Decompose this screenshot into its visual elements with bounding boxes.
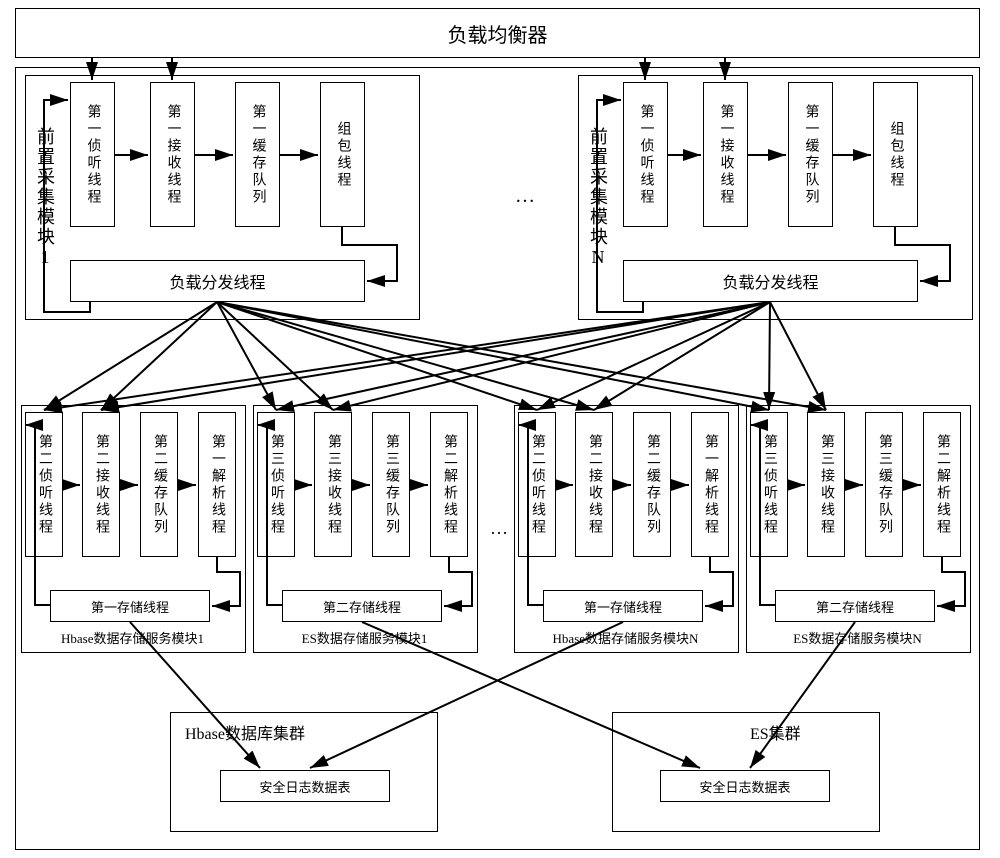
- esn-parse: 第二解析线程: [923, 412, 961, 557]
- hbase1-store: 第一存储线程: [50, 590, 210, 622]
- hbase-cluster-title: Hbase数据库集群: [185, 720, 305, 744]
- collector-1-title: 前置采集模块1: [30, 80, 60, 315]
- collector-n-receive: 第一接收线程: [703, 82, 748, 227]
- es1-store: 第二存储线程: [282, 590, 442, 622]
- esn-label: ES数据存储服务模块N: [750, 628, 965, 647]
- es1-cache: 第三缓存队列: [372, 412, 410, 557]
- hbase1-label: Hbase数据存储服务模块1: [25, 628, 240, 647]
- hbase1-parse: 第一解析线程: [198, 412, 236, 557]
- hbasen-receive: 第二接收线程: [575, 412, 613, 557]
- hbase1-receive: 第二接收线程: [82, 412, 120, 557]
- hbase1-cache: 第二缓存队列: [140, 412, 178, 557]
- esn-cache: 第三缓存队列: [865, 412, 903, 557]
- esn-receive: 第三接收线程: [807, 412, 845, 557]
- collector-1-pack: 组包线程: [320, 82, 365, 227]
- collector-ellipsis: …: [515, 185, 535, 208]
- es-cluster-table: 安全日志数据表: [660, 770, 830, 802]
- hbasen-store: 第一存储线程: [543, 590, 703, 622]
- hbase1-listen: 第二侦听线程: [25, 412, 63, 557]
- load-balancer: 负载均衡器: [15, 8, 980, 58]
- esn-store: 第二存储线程: [775, 590, 935, 622]
- hbasen-label: Hbase数据存储服务模块N: [518, 628, 733, 647]
- collector-1-cache: 第一缓存队列: [235, 82, 280, 227]
- module-ellipsis: …: [490, 518, 508, 539]
- collector-n-cache: 第一缓存队列: [788, 82, 833, 227]
- hbasen-listen: 第二侦听线程: [518, 412, 556, 557]
- hbasen-parse: 第一解析线程: [691, 412, 729, 557]
- es1-listen: 第三侦听线程: [257, 412, 295, 557]
- collector-n-distribute: 负载分发线程: [623, 260, 918, 302]
- collector-1-distribute: 负载分发线程: [70, 260, 365, 302]
- hbase-cluster-table: 安全日志数据表: [220, 770, 390, 802]
- collector-n-title: 前置采集模块N: [583, 80, 613, 315]
- collector-n-pack: 组包线程: [873, 82, 918, 227]
- collector-1-receive: 第一接收线程: [150, 82, 195, 227]
- collector-1-listen: 第一侦听线程: [70, 82, 115, 227]
- es1-parse: 第二解析线程: [430, 412, 468, 557]
- hbasen-cache: 第二缓存队列: [633, 412, 671, 557]
- esn-listen: 第三侦听线程: [750, 412, 788, 557]
- es1-receive: 第三接收线程: [314, 412, 352, 557]
- collector-n-listen: 第一侦听线程: [623, 82, 668, 227]
- es-cluster-title: ES集群: [750, 720, 801, 744]
- es1-label: ES数据存储服务模块1: [257, 628, 472, 647]
